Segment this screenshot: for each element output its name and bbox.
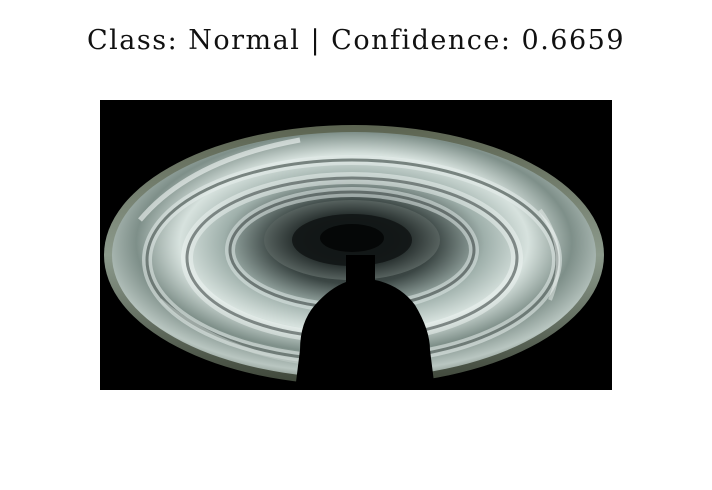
confidence-value: 0.6659 — [521, 25, 626, 56]
insulator-illustration — [104, 125, 604, 390]
insulator-image — [100, 100, 612, 390]
title-separator: | — [300, 25, 332, 56]
class-prefix: Class: — [86, 25, 189, 56]
prediction-title: Class: Normal | Confidence: 0.6659 — [0, 22, 712, 60]
class-label: Normal — [188, 25, 301, 56]
confidence-prefix: Confidence: — [331, 25, 522, 56]
